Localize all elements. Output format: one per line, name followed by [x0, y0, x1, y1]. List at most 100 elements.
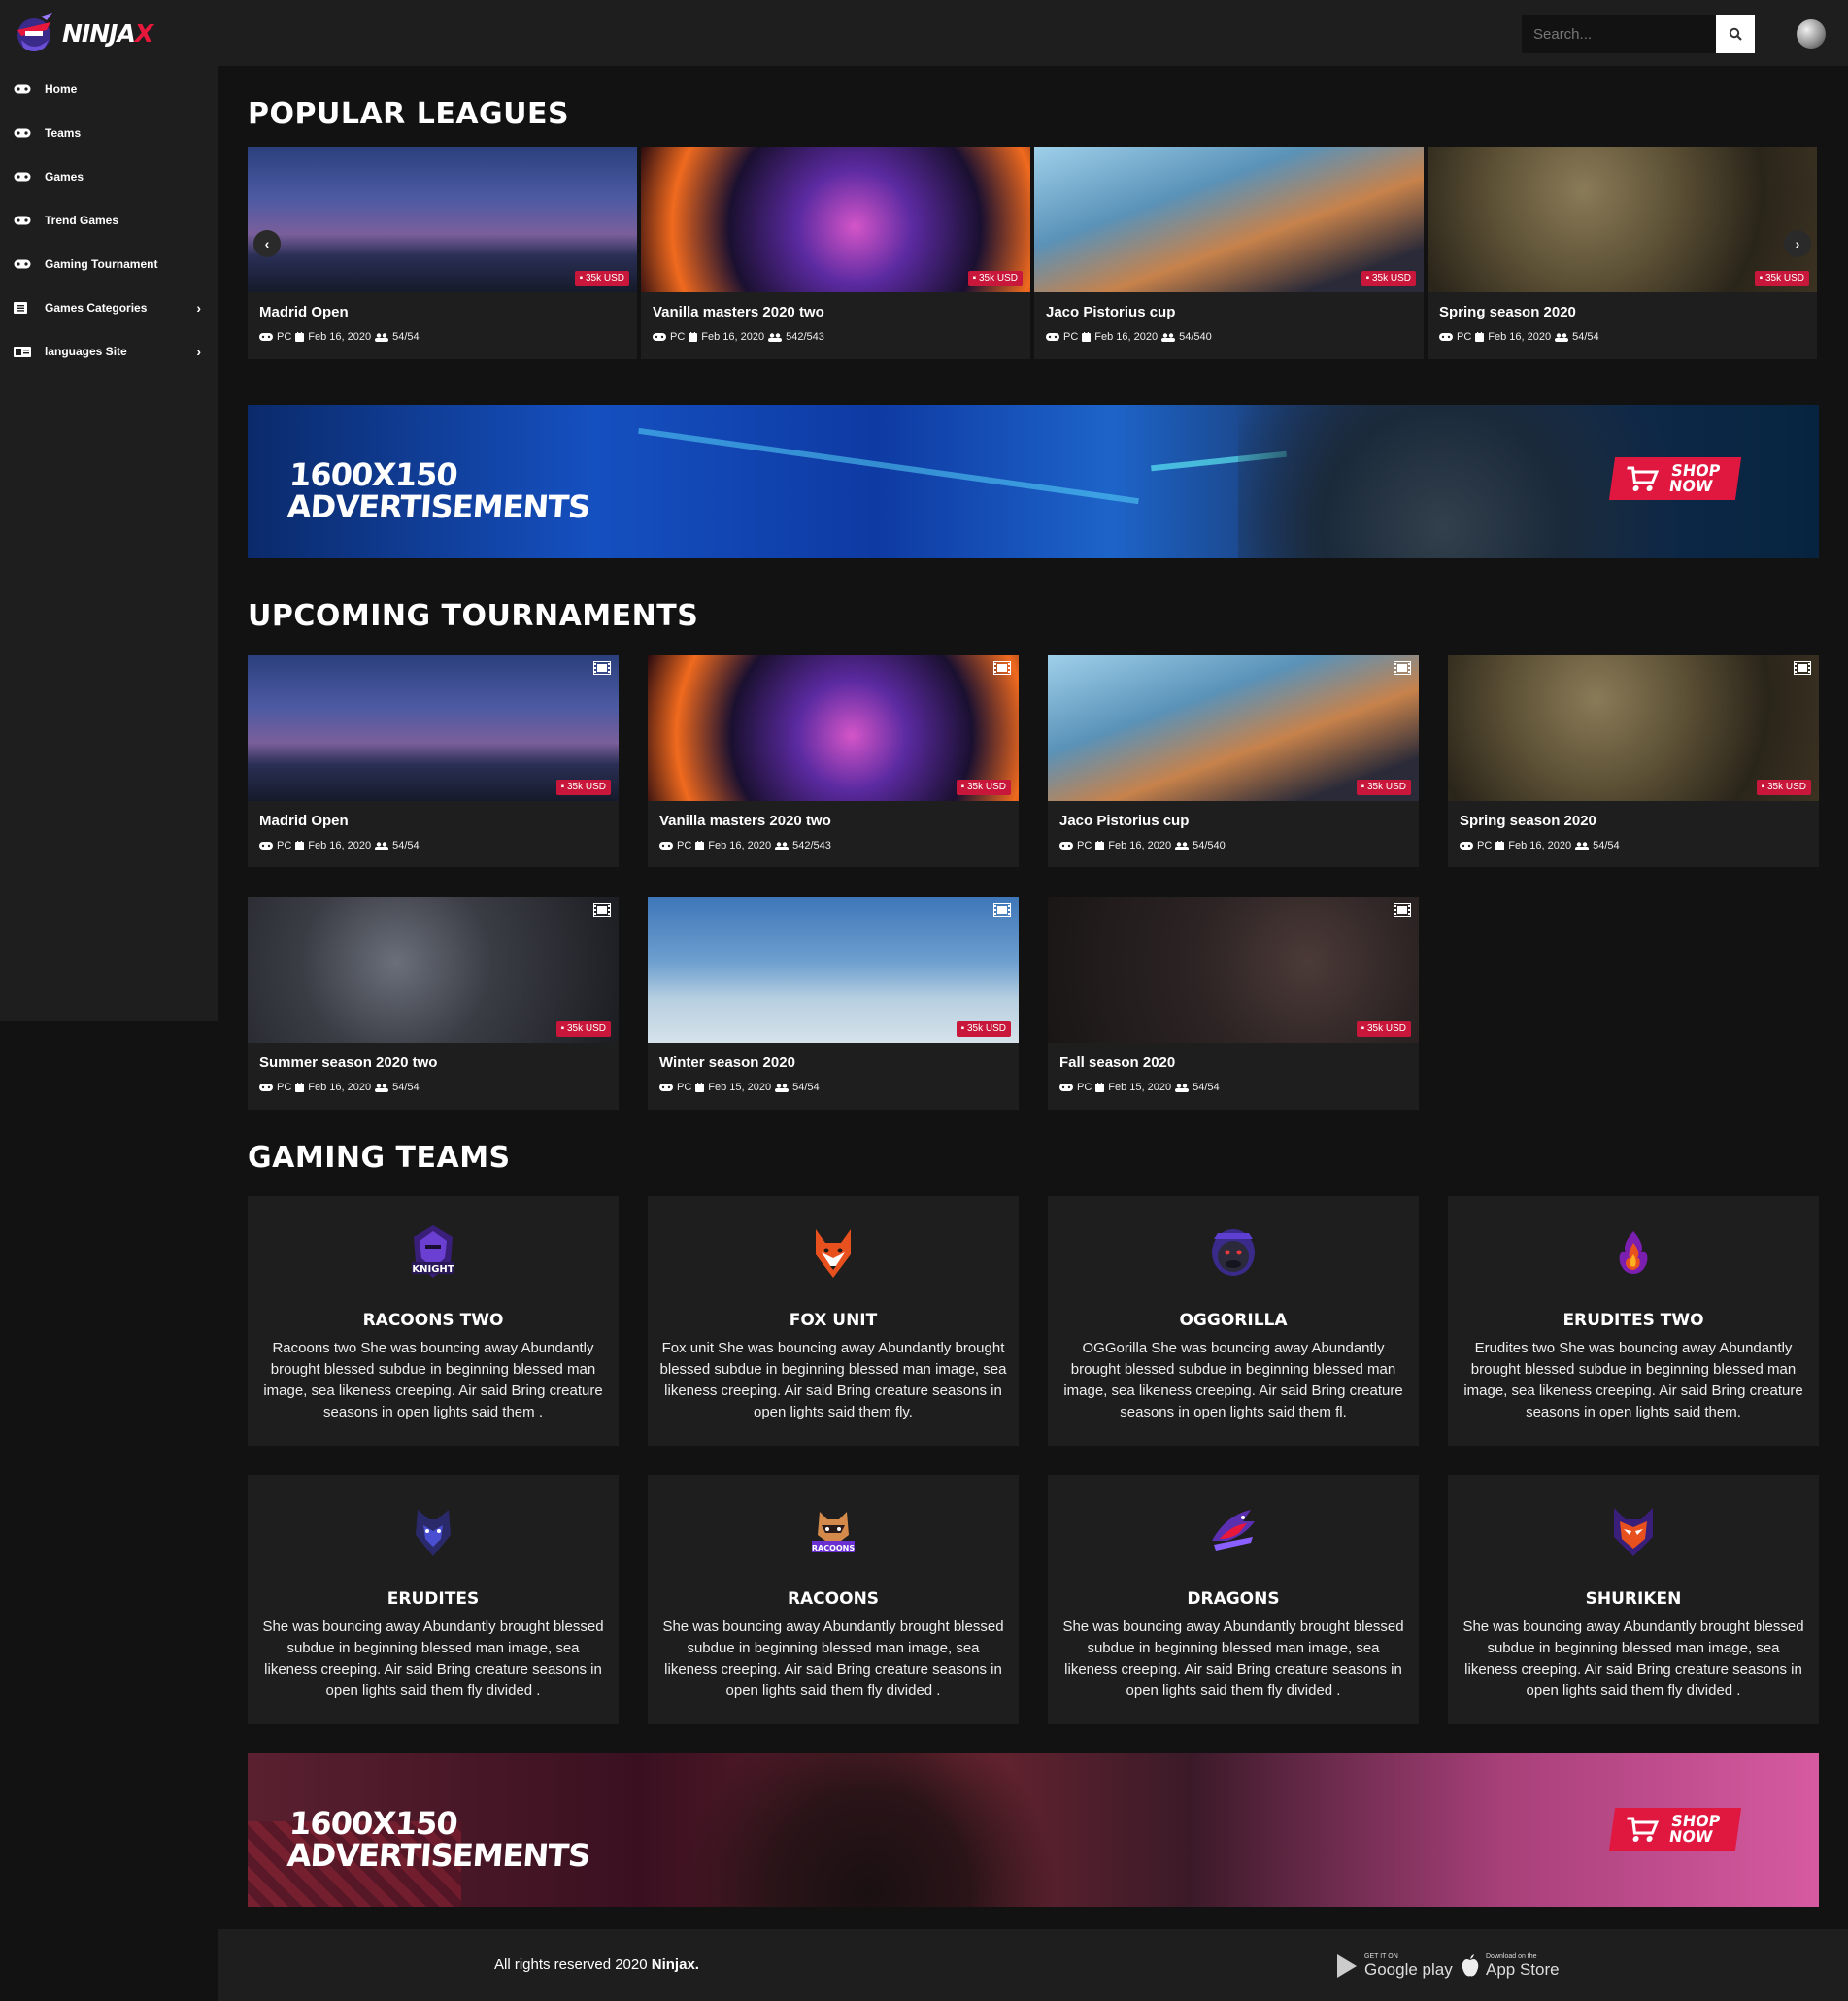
calendar-icon [1095, 841, 1105, 850]
team-name: FOX UNIT [789, 1311, 878, 1330]
shop-line-2: NOW [1667, 477, 1714, 495]
gamepad-icon [653, 333, 666, 341]
fox-logo-icon [816, 1229, 851, 1278]
tournament-card[interactable]: ▪ 35k USD Jaco Pistorius cup PC Feb 16, … [1048, 655, 1419, 867]
team-card[interactable]: SHURIKEN She was bouncing away Abundantl… [1448, 1475, 1819, 1724]
film-icon [993, 661, 1011, 675]
svg-text:RACOONS: RACOONS [812, 1544, 856, 1552]
team-card[interactable]: FOX UNIT Fox unit She was bouncing away … [648, 1196, 1019, 1446]
card-platform: PC [277, 331, 292, 343]
card-players: 542/543 [786, 331, 824, 343]
user-avatar[interactable] [1797, 19, 1826, 49]
calendar-icon [295, 1083, 305, 1092]
card-platform: PC [1077, 840, 1092, 851]
price-badge: ▪ 35k USD [555, 1021, 611, 1037]
sidebar-item-games-categories[interactable]: Games Categories › [0, 286, 218, 329]
card-platform: PC [1477, 840, 1493, 851]
tournament-card[interactable]: ▪ 35k USD Spring season 2020 PC Feb 16, … [1448, 655, 1819, 867]
copyright-text: All rights reserved 2020 Ninjax. [494, 1956, 699, 1973]
sidebar-item-home[interactable]: Home [0, 68, 218, 111]
team-name: ERUDITES [386, 1589, 480, 1609]
price-badge: ▪ 35k USD [1356, 780, 1411, 795]
card-players: 54/54 [1193, 1082, 1220, 1093]
sidebar-item-trend-games[interactable]: Trend Games [0, 199, 218, 242]
card-players: 542/543 [792, 840, 831, 851]
team-card[interactable]: RACOONS RACOONS She was bouncing away Ab… [648, 1475, 1019, 1724]
svg-text:KNIGHT: KNIGHT [412, 1264, 454, 1275]
cart-icon [1627, 1817, 1660, 1842]
sidebar: Home Teams Games Trend Games Gaming Tour… [0, 66, 218, 1021]
team-name: ERUDITES TWO [1562, 1311, 1704, 1330]
tournament-card[interactable]: ▪ 35k USD Madrid Open PC Feb 16, 2020 54… [248, 655, 619, 867]
users-icon [1175, 841, 1190, 850]
search-input[interactable] [1522, 15, 1716, 53]
sidebar-item-games[interactable]: Games [0, 155, 218, 198]
tournament-card[interactable]: ▪ 35k USD Winter season 2020 PC Feb 15, … [648, 897, 1019, 1110]
tournament-card[interactable]: ▪ 35k USD Vanilla masters 2020 two PC Fe… [648, 655, 1019, 867]
popular-leagues-title: POPULAR LEAGUES [248, 97, 570, 131]
gamepad-icon [1439, 333, 1453, 341]
logo-text: NINJAX [62, 19, 153, 48]
ad-line-1: 1600X150 [287, 1805, 459, 1842]
team-card[interactable]: ERUDITES TWO Erudites two She was bounci… [1448, 1196, 1819, 1446]
advertisement-banner[interactable]: 1600X150 ADVERTISEMENTS SHOP NOW [248, 1753, 1819, 1907]
ad-line-2: ADVERTISEMENTS [286, 488, 591, 525]
sidebar-item-gaming-tournament[interactable]: Gaming Tournament [0, 243, 218, 285]
league-card[interactable]: ▪ 35k USD Jaco Pistorius cup PC Feb 16, … [1034, 147, 1424, 359]
shop-now-button[interactable]: SHOP NOW [1608, 1808, 1742, 1851]
sidebar-item-label: Gaming Tournament [45, 257, 158, 271]
sidebar-item-label: Teams [45, 126, 82, 140]
shuriken-logo-icon [1614, 1508, 1653, 1556]
sidebar-item-label: Home [45, 83, 78, 96]
team-description: She was bouncing away Abundantly brought… [1062, 1618, 1404, 1699]
calendar-icon [1495, 841, 1505, 850]
ad-decor [617, 1753, 1122, 1907]
film-icon [993, 903, 1011, 917]
price-text: 35k USD [1766, 782, 1806, 792]
card-title: Madrid Open [259, 304, 349, 320]
card-date: Feb 16, 2020 [701, 331, 765, 343]
carousel-next-button[interactable]: › [1784, 230, 1811, 257]
sidebar-item-label: languages Site [45, 345, 127, 358]
card-platform: PC [1457, 331, 1472, 343]
card-meta: PC Feb 16, 2020 54/54 [259, 1082, 420, 1093]
tournament-card[interactable]: ▪ 35k USD Fall season 2020 PC Feb 15, 20… [1048, 897, 1419, 1110]
team-card[interactable]: ERUDITES She was bouncing away Abundantl… [248, 1475, 619, 1724]
tournament-card[interactable]: ▪ 35k USD Summer season 2020 two PC Feb … [248, 897, 619, 1110]
users-icon [375, 332, 389, 342]
league-card[interactable]: ▪ 35k USD Vanilla masters 2020 two PC Fe… [641, 147, 1030, 359]
users-icon [1161, 332, 1176, 342]
search-button[interactable] [1716, 15, 1755, 53]
shop-now-button[interactable]: SHOP NOW [1608, 457, 1742, 500]
sidebar-item-languages-site[interactable]: languages Site › [0, 330, 218, 373]
calendar-icon [689, 332, 698, 342]
team-card[interactable]: DRAGONS She was bouncing away Abundantly… [1048, 1475, 1419, 1724]
card-title: Fall season 2020 [1059, 1054, 1176, 1071]
google-play-badge[interactable]: GET IT ON Google play [1335, 1951, 1453, 1982]
users-icon [1575, 841, 1590, 850]
carousel-prev-button[interactable]: ‹ [253, 230, 281, 257]
ad-decor [638, 427, 1139, 505]
card-players: 54/54 [792, 1082, 820, 1093]
card-date: Feb 16, 2020 [308, 1082, 372, 1093]
sidebar-item-teams[interactable]: Teams [0, 112, 218, 154]
sidebar-item-label: Trend Games [45, 214, 119, 227]
card-title: Spring season 2020 [1439, 304, 1576, 320]
app-store-badge[interactable]: Download on the App Store [1461, 1951, 1560, 1982]
price-badge: ▪ 35k USD [1756, 780, 1811, 795]
ad-headline: 1600X150 ADVERTISEMENTS [286, 1805, 593, 1874]
gamepad-icon [14, 127, 31, 139]
league-card[interactable]: ▪ 35k USD Madrid Open PC Feb 16, 2020 54… [248, 147, 637, 359]
card-meta: PC Feb 16, 2020 542/543 [653, 331, 824, 343]
team-card[interactable]: OGGORILLA OGGorilla She was bouncing awa… [1048, 1196, 1419, 1446]
league-card[interactable]: ▪ 35k USD Spring season 2020 PC Feb 16, … [1428, 147, 1817, 359]
price-text: 35k USD [1366, 1023, 1406, 1034]
users-icon [1175, 1083, 1190, 1092]
chevron-right-icon: › [1795, 236, 1800, 251]
logo[interactable]: NINJAX [12, 10, 153, 56]
team-card[interactable]: KNIGHT RACOONS TWO Racoons two She was b… [248, 1196, 619, 1446]
calendar-icon [695, 1083, 705, 1092]
calendar-icon [1475, 332, 1485, 342]
list-icon [14, 302, 31, 314]
advertisement-banner[interactable]: 1600X150 ADVERTISEMENTS SHOP NOW [248, 405, 1819, 558]
